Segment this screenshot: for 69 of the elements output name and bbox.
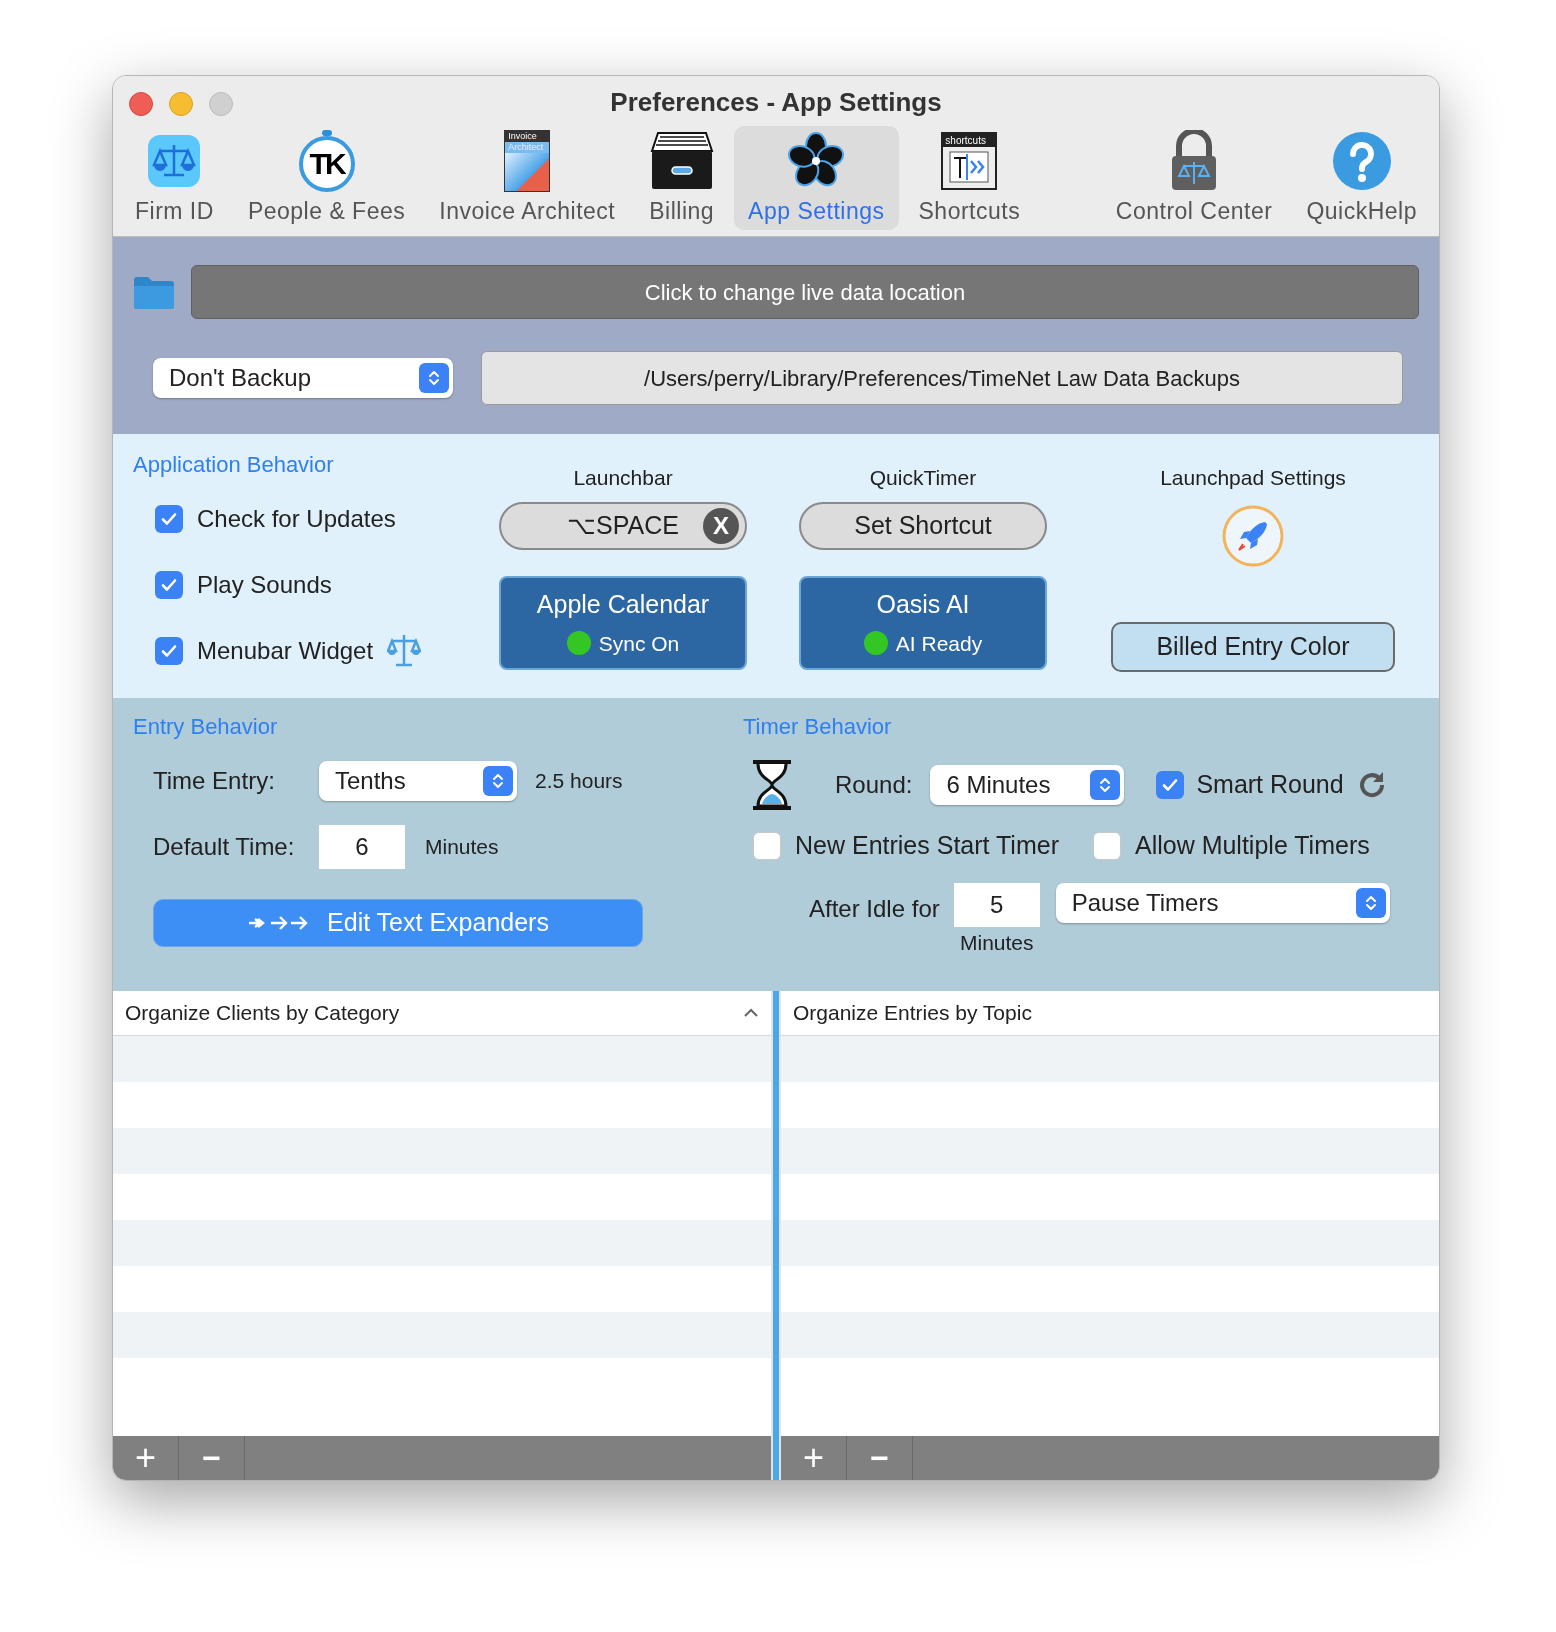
checkmark-icon <box>160 576 178 594</box>
toolbar-tab[interactable]: Invoice Architect Invoice Architect <box>425 126 630 230</box>
add-button[interactable]: + <box>113 1436 179 1480</box>
checkbox[interactable] <box>155 505 183 533</box>
checkbox[interactable] <box>155 571 183 599</box>
billed-entry-color-button[interactable]: Billed Entry Color <box>1111 621 1395 672</box>
rocket-icon[interactable] <box>1221 503 1285 568</box>
set-shortcut-button[interactable]: Set Shortcut <box>799 501 1047 550</box>
scales-icon <box>146 132 203 189</box>
checkbox-label: New Entries Start Timer <box>795 830 1059 861</box>
toolbar-tab[interactable]: Firm ID <box>121 126 228 230</box>
shortcut-recorder[interactable]: ⌥SPACE X <box>499 501 747 550</box>
service-button[interactable]: Apple Calendar Sync On <box>499 575 747 670</box>
help-icon <box>1331 130 1392 191</box>
toolbar-tab[interactable]: Billing <box>635 126 729 230</box>
idle-action-select[interactable]: Pause Timers <box>1055 882 1390 923</box>
section-heading: Entry Behavior <box>133 713 278 741</box>
checkbox-label: Allow Multiple Timers <box>1134 830 1370 861</box>
unit-label: Minutes <box>959 929 1034 956</box>
checkbox[interactable] <box>753 831 781 860</box>
minimize-button[interactable] <box>169 92 193 116</box>
change-data-location-button[interactable]: Click to change live data location <box>191 265 1419 319</box>
clear-shortcut-button[interactable]: X <box>703 507 739 544</box>
toolbar-tab[interactable]: QuickHelp <box>1292 126 1431 230</box>
file-drawer-icon <box>649 130 714 191</box>
stepper-icon <box>419 363 449 393</box>
invoice-document-icon: Invoice Architect <box>504 129 551 192</box>
round-select[interactable]: 6 Minutes <box>930 765 1125 805</box>
toolbar-tab[interactable]: TK People & Fees <box>233 126 420 230</box>
remove-button[interactable]: − <box>847 1436 913 1480</box>
stepper-icon <box>483 766 513 796</box>
backup-path-field[interactable]: /Users/perry/Library/Preferences/TimeNet Law Data Backups <box>481 351 1403 405</box>
toolbar-tab[interactable]: Control Center <box>1101 126 1287 230</box>
window-title: Preferences - App Settings <box>610 85 942 119</box>
remove-button[interactable]: − <box>179 1436 245 1480</box>
checkbox-label: Smart Round <box>1196 769 1344 801</box>
hint-text: 2.5 hours <box>535 768 623 795</box>
field-label: Default Time: <box>153 832 296 862</box>
checkbox[interactable] <box>1156 771 1185 799</box>
toolbar-tab[interactable]: shortcuts Shortcuts <box>904 126 1035 230</box>
group-label: Launchpad Settings <box>1160 465 1346 491</box>
group-label: Launchbar <box>573 465 673 491</box>
service-button[interactable]: Oasis AI AI Ready <box>799 575 1047 670</box>
backup-select[interactable]: Don't Backup <box>153 358 453 398</box>
idle-time-field[interactable]: 5 <box>953 882 1040 927</box>
field-label: Round: <box>835 770 913 800</box>
add-button[interactable]: + <box>781 1436 847 1480</box>
checkmark-icon <box>160 642 178 660</box>
stepper-icon <box>1090 770 1121 800</box>
section-heading: Application Behavior <box>133 451 334 479</box>
checkbox[interactable] <box>1092 831 1121 860</box>
field-label: After Idle for <box>809 893 940 924</box>
checkbox-label: Play Sounds <box>197 570 332 600</box>
unit-label: Minutes <box>425 834 499 861</box>
checkbox[interactable] <box>155 637 183 665</box>
stepper-icon <box>1355 887 1386 918</box>
scales-icon <box>387 633 422 669</box>
checkbox-label: Check for Updates <box>197 504 396 534</box>
section-heading: Timer Behavior <box>743 713 892 741</box>
checkmark-icon <box>160 510 178 528</box>
field-label: Time Entry: <box>153 766 276 796</box>
close-button[interactable] <box>129 92 153 116</box>
shortcuts-window-icon: shortcuts <box>941 131 998 190</box>
group-label: QuickTimer <box>869 465 977 491</box>
default-time-field[interactable]: 6 <box>319 825 405 869</box>
folder-icon <box>133 275 175 309</box>
time-entry-select[interactable]: Tenths <box>319 761 517 801</box>
checkbox-label: Menubar Widget <box>197 636 374 666</box>
checkmark-icon <box>1161 776 1180 794</box>
